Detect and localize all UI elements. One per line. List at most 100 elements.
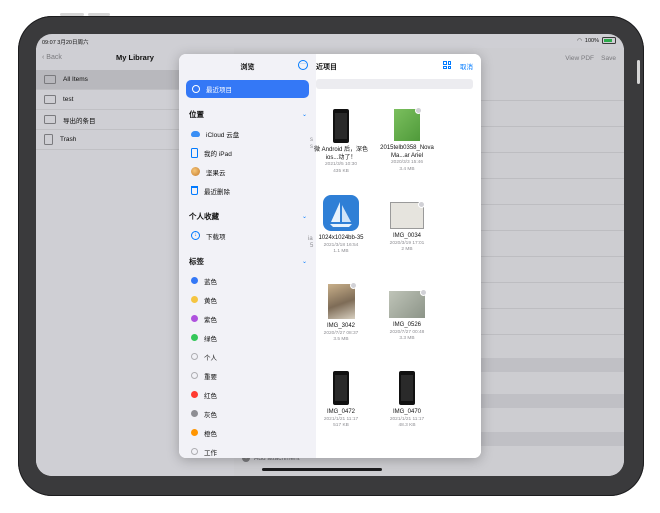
search-input[interactable] — [316, 79, 473, 89]
favorites-header[interactable]: 个人收藏 ⌄ — [179, 206, 316, 226]
file-name: 2015telb0358_Nova Ma...ar Ariel — [380, 145, 434, 159]
files-header: 近项目 取消 — [316, 54, 481, 78]
tag-dot-icon — [191, 334, 198, 341]
file-thumbnail — [390, 201, 425, 229]
file-size: 2 MB — [401, 247, 413, 252]
clock-icon — [192, 85, 200, 93]
tag-label: 工作 — [204, 449, 217, 457]
browse-sidebar: 浏览 ··· 最近项目 位置 ⌄ iCloud 云盘 我的 iPad 坚果云 最… — [179, 54, 317, 458]
trash-icon — [191, 186, 198, 195]
tag-dot-icon — [191, 372, 198, 379]
file-name: IMG_3042 — [326, 323, 356, 329]
ipad-icon — [191, 147, 198, 158]
tag-label: 灰色 — [204, 411, 217, 419]
tag-orange[interactable]: 橙色 — [179, 423, 316, 442]
tag-label: 绿色 — [204, 335, 217, 343]
file-size: 3.5 MB — [333, 337, 349, 342]
file-item[interactable]: 2015telb0358_Nova Ma...ar Ariel 2020/3/3… — [376, 107, 438, 173]
tag-dot-icon — [191, 296, 198, 303]
location-recently-deleted[interactable]: 最近删除 — [179, 181, 316, 200]
grid-view-icon[interactable] — [443, 61, 451, 69]
tag-label: 紫色 — [204, 316, 217, 324]
file-item[interactable]: IMG_0472 2021/1/21 11:17 517 KB — [310, 371, 372, 430]
file-name: IMG_0472 — [326, 409, 356, 415]
tag-dot-icon — [191, 429, 198, 436]
jianguoyun-icon — [191, 167, 200, 176]
file-thumbnail — [333, 109, 349, 143]
file-size: 48.3 KB — [398, 423, 416, 428]
browse-item-recent[interactable]: 最近项目 — [186, 80, 309, 98]
tag-work[interactable]: 工作 — [179, 442, 316, 458]
tag-gray[interactable]: 灰色 — [179, 404, 316, 423]
file-thumbnail — [399, 371, 415, 405]
location-icloud[interactable]: iCloud 云盘 — [179, 124, 316, 143]
side-button — [637, 60, 640, 84]
file-item[interactable]: IMG_3042 2020/7/27 08:37 3.5 MB — [310, 282, 372, 344]
sailboat-icon — [330, 202, 352, 227]
browse-item-label: 最近项目 — [206, 87, 232, 94]
files-title: 近项目 — [316, 64, 337, 71]
more-icon[interactable]: ··· — [298, 60, 308, 70]
file-size: 435 KB — [333, 168, 349, 174]
tag-dot-icon — [191, 353, 198, 360]
download-icon: ↓ — [191, 231, 200, 240]
location-my-ipad[interactable]: 我的 iPad — [179, 143, 316, 162]
recent-files: 近项目 取消 s s ia 5 微 Android 后，深色 ios...动了！… — [308, 54, 481, 458]
file-thumbnail — [389, 289, 427, 318]
tag-personal[interactable]: 个人 — [179, 347, 316, 366]
cancel-button[interactable]: 取消 — [460, 61, 473, 71]
location-jianguoyun[interactable]: 坚果云 — [179, 162, 316, 181]
file-item[interactable]: IMG_0470 2021/1/21 11:17 48.3 KB — [376, 371, 438, 430]
tag-purple[interactable]: 紫色 — [179, 309, 316, 328]
favorite-downloads[interactable]: ↓ 下载项 — [179, 226, 316, 245]
tag-list: 蓝色 黄色 紫色 绿色 个人 重要 红色 灰色 橙色 工作 — [179, 271, 316, 458]
section-title: 个人收藏 — [189, 211, 219, 221]
file-thumbnail — [394, 107, 422, 141]
browse-title: 浏览 — [240, 64, 255, 71]
file-item[interactable]: 1024x1024bb-35 2021/3/18 16:54 1.1 MB — [310, 195, 372, 256]
browse-item-label: iCloud 云盘 — [206, 131, 240, 139]
tag-label: 黄色 — [204, 297, 217, 305]
home-indicator[interactable] — [262, 468, 382, 471]
chevron-down-icon: ⌄ — [301, 258, 307, 265]
file-name: IMG_0034 — [392, 233, 422, 239]
tag-important[interactable]: 重要 — [179, 366, 316, 385]
tag-blue[interactable]: 蓝色 — [179, 271, 316, 290]
tag-dot-icon — [191, 410, 198, 417]
file-name: 微 Android 后，深色 ios...动了！ — [313, 147, 368, 161]
tag-dot-icon — [191, 391, 198, 398]
section-title: 标签 — [189, 256, 204, 266]
file-name: IMG_0526 — [392, 322, 422, 328]
tag-yellow[interactable]: 黄色 — [179, 290, 316, 309]
file-item[interactable]: IMG_0526 2020/7/27 00:48 3.3 MB — [376, 289, 438, 343]
top-button-right — [88, 13, 110, 16]
file-size: 1.1 MB — [333, 249, 349, 254]
chevron-down-icon: ⌄ — [301, 111, 307, 118]
selection-badge — [349, 282, 357, 289]
section-title: 位置 — [189, 109, 204, 119]
file-thumbnail — [333, 371, 349, 405]
tag-label: 蓝色 — [204, 278, 217, 286]
tag-label: 红色 — [204, 392, 217, 400]
file-item[interactable]: IMG_0034 2020/3/19 17:01 2 MB — [376, 201, 438, 254]
file-size: 3.3 MB — [399, 336, 415, 341]
file-item[interactable]: 微 Android 后，深色 ios...动了！ 2021/3/5 10:30 … — [310, 109, 372, 175]
chevron-down-icon: ⌄ — [301, 213, 307, 220]
browse-item-label: 最近删除 — [204, 188, 230, 196]
file-thumbnail — [327, 282, 357, 319]
tag-green[interactable]: 绿色 — [179, 328, 316, 347]
tag-dot-icon — [191, 277, 198, 284]
selection-badge — [415, 107, 422, 114]
files-picker: 浏览 ··· 最近项目 位置 ⌄ iCloud 云盘 我的 iPad 坚果云 最… — [179, 54, 481, 458]
tag-dot-icon — [191, 448, 198, 455]
screen: 09:07 3月20日周六 ◠ 100% ‹ Back My Library A… — [36, 34, 624, 476]
locations-header[interactable]: 位置 ⌄ — [179, 104, 316, 124]
browse-item-label: 下载项 — [206, 233, 226, 241]
tag-label: 个人 — [204, 354, 217, 362]
tag-dot-icon — [191, 315, 198, 322]
file-size: 3.4 MB — [399, 166, 415, 172]
tag-red[interactable]: 红色 — [179, 385, 316, 404]
cloud-icon — [191, 130, 200, 137]
tags-header[interactable]: 标签 ⌄ — [179, 251, 316, 271]
browse-item-label: 坚果云 — [206, 169, 226, 177]
